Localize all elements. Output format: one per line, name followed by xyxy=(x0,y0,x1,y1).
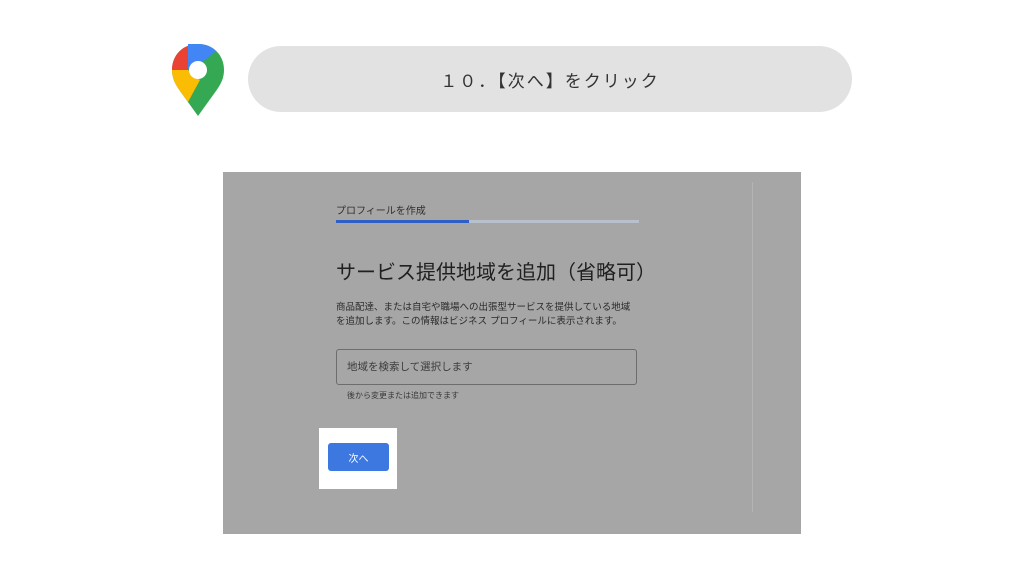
step-instruction-banner: １０．【次へ】をクリック xyxy=(248,46,852,112)
form-description-line: を追加します。この情報はビジネス プロフィールに表示されます。 xyxy=(336,316,622,327)
form-title: サービス提供地域を追加（省略可） xyxy=(336,260,656,284)
progress-label: プロフィールを作成 xyxy=(336,206,426,217)
form-description: 商品配達、または自宅や職場への出張型サービスを提供している地域 を追加します。こ… xyxy=(336,301,656,329)
panel-divider xyxy=(752,182,753,512)
next-button[interactable]: 次へ xyxy=(328,443,389,471)
embedded-screenshot: プロフィールを作成 サービス提供地域を追加（省略可） 商品配達、または自宅や職場… xyxy=(223,172,801,534)
slide: １０．【次へ】をクリック プロフィールを作成 サービス提供地域を追加（省略可） … xyxy=(0,0,1024,576)
form-description-line: 商品配達、または自宅や職場への出張型サービスを提供している地域 xyxy=(336,302,631,313)
helper-text: 後から変更または追加できます xyxy=(347,391,459,400)
service-area-search-input[interactable] xyxy=(336,349,637,385)
next-button-highlight: 次へ xyxy=(319,428,397,489)
google-maps-pin-icon xyxy=(172,44,224,116)
progress-bar-fill xyxy=(336,220,470,223)
step-instruction-text: １０．【次へ】をクリック xyxy=(440,71,660,92)
progress-bar xyxy=(336,220,639,223)
